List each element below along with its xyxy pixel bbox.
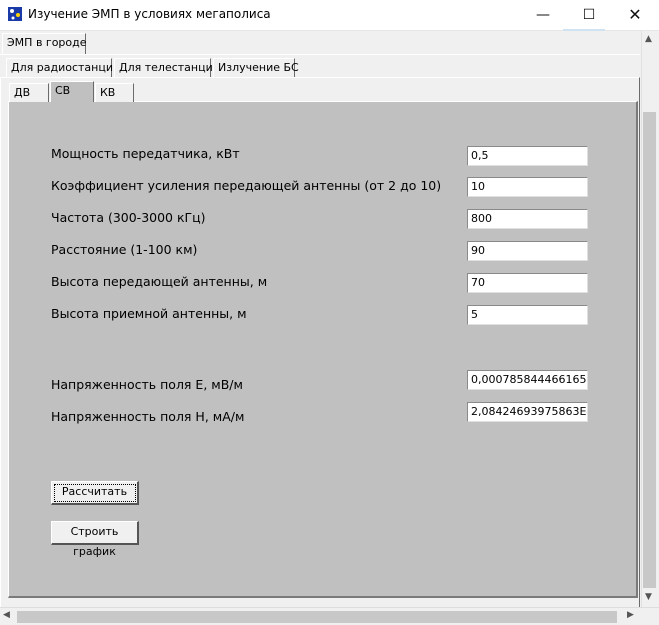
field-h-label: Напряженность поля H, мА/м <box>51 409 245 424</box>
calculate-button[interactable]: Рассчитать <box>51 481 139 505</box>
tab-sv[interactable]: СВ <box>50 81 94 102</box>
close-button[interactable]: ✕ <box>612 0 658 30</box>
tx-height-label: Высота передающей антенны, м <box>51 274 268 289</box>
frequency-input[interactable]: 800 <box>467 209 588 229</box>
plot-button[interactable]: Строить график <box>51 521 139 558</box>
frequency-label: Частота (300-3000 кГц) <box>51 210 206 225</box>
rx-height-label: Высота приемной антенны, м <box>51 306 247 321</box>
window-title: Изучение ЭМП в условиях мегаполиса <box>28 7 271 21</box>
scroll-left-icon[interactable]: ◀ <box>3 610 10 620</box>
vertical-scroll-thumb[interactable] <box>643 112 656 588</box>
tab-kv[interactable]: КВ <box>95 83 134 102</box>
scroll-down-icon[interactable]: ▼ <box>645 592 652 602</box>
accent-line <box>563 29 605 31</box>
field-h-output[interactable]: 2,08424693975863E-6 <box>467 402 588 422</box>
field-e-label: Напряженность поля E, мВ/м <box>51 377 243 392</box>
tab-tv-station[interactable]: Для телестанции <box>114 58 220 78</box>
distance-label: Расстояние (1-100 км) <box>51 242 198 257</box>
gain-input[interactable]: 10 <box>467 177 588 197</box>
title-bar: Изучение ЭМП в условиях мегаполиса — ☐ ✕ <box>0 0 659 31</box>
tab-emp-city[interactable]: ЭМП в городе <box>2 33 87 55</box>
minimize-button[interactable]: — <box>520 0 566 30</box>
tab-bs-radiation[interactable]: Излучение БС <box>213 58 299 78</box>
tab-radio-station[interactable]: Для радиостанции <box>6 58 120 78</box>
tab-dv[interactable]: ДВ <box>9 83 49 102</box>
tx-height-input[interactable]: 70 <box>467 273 588 293</box>
field-e-output[interactable]: 0,000785844466165933 <box>467 370 588 390</box>
rx-height-input[interactable]: 5 <box>467 305 588 325</box>
scroll-up-icon[interactable]: ▲ <box>645 34 652 44</box>
horizontal-scroll-thumb[interactable] <box>17 611 617 623</box>
power-input[interactable]: 0,5 <box>467 146 588 166</box>
gain-label: Коэффициент усиления передающей антенны … <box>51 178 442 193</box>
power-label: Мощность передатчика, кВт <box>51 146 240 161</box>
scroll-right-icon[interactable]: ▶ <box>627 610 634 620</box>
maximize-button[interactable]: ☐ <box>566 0 612 30</box>
app-icon <box>8 7 22 21</box>
distance-input[interactable]: 90 <box>467 241 588 261</box>
